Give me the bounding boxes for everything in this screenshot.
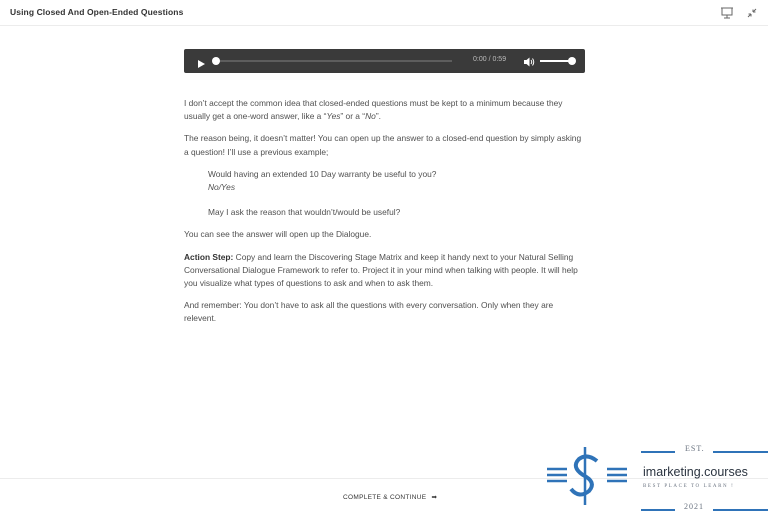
example-question: Would having an extended 10 Day warranty… xyxy=(208,168,437,179)
progress-track[interactable] xyxy=(214,60,452,62)
action-step-label: Action Step: xyxy=(184,251,234,262)
complete-continue-button[interactable]: COMPLETE & CONTINUE ➡ xyxy=(343,493,437,501)
time-readout: 0:00 / 0:59 xyxy=(473,56,507,63)
lesson-title: Using Closed And Open-Ended Questions xyxy=(10,7,184,17)
example-answer: No/Yes xyxy=(208,182,236,193)
volume-handle[interactable] xyxy=(568,57,576,65)
minimize-icon[interactable] xyxy=(745,6,759,20)
progress-handle[interactable] xyxy=(212,57,220,65)
watermark-tagline: BEST PLACE TO LEARN ! xyxy=(643,484,735,489)
paragraph-dialogue: You can see the answer will open up the … xyxy=(184,229,372,240)
watermark-brand: imarketing.courses xyxy=(643,465,748,479)
volume-icon[interactable] xyxy=(523,55,535,67)
audio-player: 0:00 / 0:59 xyxy=(184,49,585,73)
paragraph-reason: The reason being, it doesn’t matter! You… xyxy=(184,133,582,157)
paragraph-intro: I don’t accept the common idea that clos… xyxy=(184,98,563,122)
imarketing-watermark: EST. imarketing.courses BEST PLACE TO LE… xyxy=(545,443,768,515)
watermark-est: EST. xyxy=(685,444,705,453)
play-icon[interactable] xyxy=(196,56,206,68)
paragraph-action-step: Action Step: Copy and learn the Discover… xyxy=(184,251,578,289)
example-followup: May I ask the reason that wouldn’t/would… xyxy=(208,207,401,218)
lesson-content: I don’t accept the common idea that clos… xyxy=(184,97,586,335)
watermark-year: 2021 xyxy=(684,502,704,511)
paragraph-remember: And remember: You don’t have to ask all … xyxy=(184,300,554,324)
dollar-logo-icon xyxy=(547,447,627,505)
presentation-icon[interactable] xyxy=(720,6,734,20)
lesson-header: Using Closed And Open-Ended Questions xyxy=(0,0,768,26)
arrow-right-icon: ➡ xyxy=(431,494,438,501)
